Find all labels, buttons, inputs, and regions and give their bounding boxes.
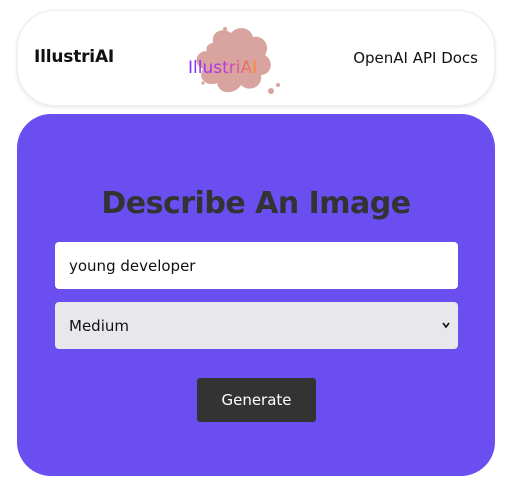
generate-button[interactable]: Generate: [197, 378, 316, 422]
image-form-card: Describe An Image Medium Generate: [17, 114, 495, 476]
brand-name[interactable]: IllustriAI: [34, 47, 114, 67]
logo[interactable]: IllustriAI: [183, 21, 283, 99]
logo-text: IllustriAI: [188, 58, 258, 78]
chevron-down-icon: [442, 322, 450, 329]
size-select-value: Medium: [69, 316, 129, 335]
page-title: Describe An Image: [101, 186, 411, 221]
size-select[interactable]: Medium: [55, 302, 458, 349]
navbar: IllustriAI IllustriAI OpenAI API Docs: [17, 10, 495, 106]
openai-api-docs-link[interactable]: OpenAI API Docs: [353, 49, 478, 67]
prompt-input[interactable]: [55, 242, 458, 289]
